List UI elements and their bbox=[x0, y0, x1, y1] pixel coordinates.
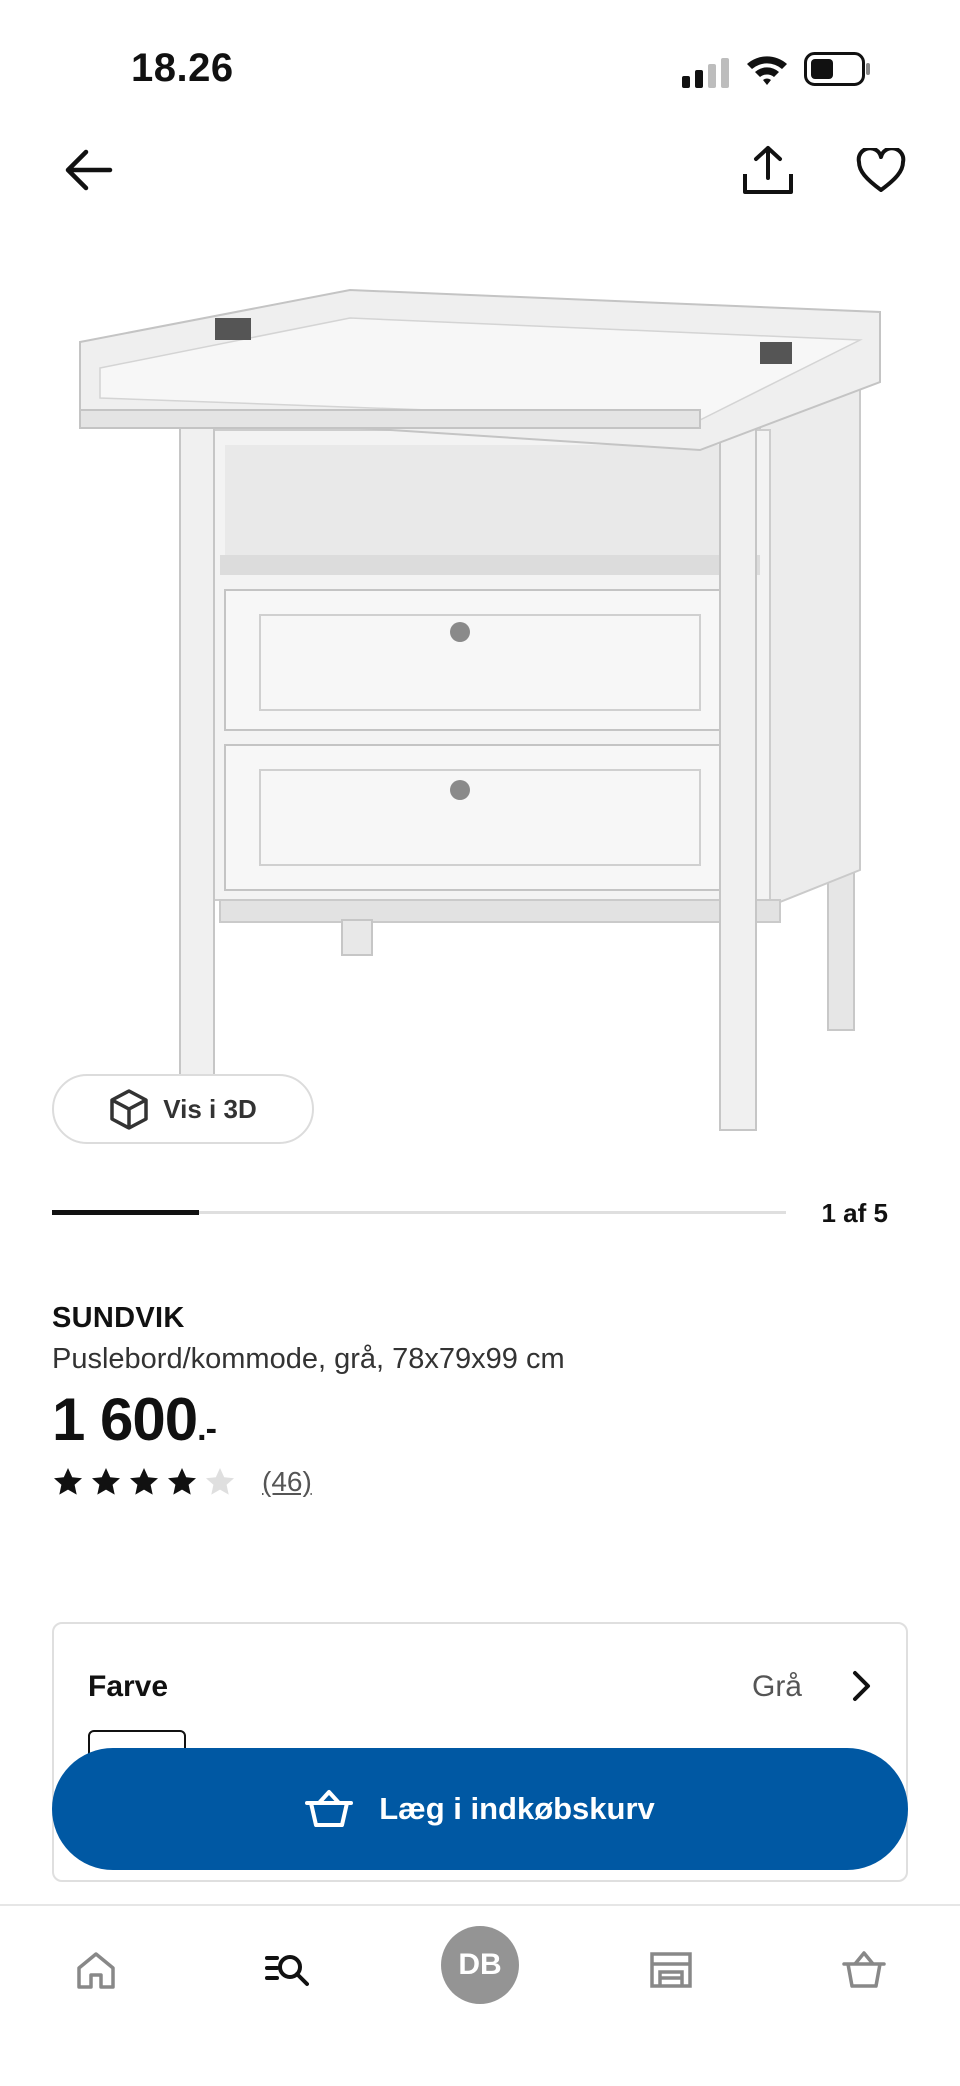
product-rating[interactable]: (46) bbox=[52, 1466, 312, 1498]
store-icon bbox=[650, 1952, 692, 1988]
share-icon[interactable] bbox=[740, 144, 796, 196]
bottom-tab-bar: DB bbox=[0, 1904, 960, 2086]
add-to-cart-button[interactable]: Læg i indkøbskurv bbox=[52, 1748, 908, 1870]
tab-basket[interactable] bbox=[834, 1940, 894, 2000]
profile-avatar[interactable]: DB bbox=[441, 1926, 519, 2004]
color-title: Farve bbox=[88, 1670, 169, 1703]
status-time: 18.26 bbox=[131, 46, 234, 90]
wifi-icon bbox=[747, 56, 787, 85]
gallery-progress-bar bbox=[52, 1210, 786, 1215]
star-empty-icon bbox=[206, 1468, 234, 1495]
product-description: Puslebord/kommode, grå, 78x79x99 cm bbox=[52, 1343, 565, 1375]
star-filled-icon bbox=[54, 1468, 82, 1495]
rating-stars bbox=[52, 1466, 236, 1498]
chevron-right-icon[interactable] bbox=[846, 1668, 876, 1704]
tab-stores[interactable] bbox=[641, 1940, 701, 2000]
back-arrow-icon[interactable] bbox=[62, 148, 114, 192]
price-suffix: .- bbox=[197, 1410, 217, 1448]
status-bar: 18.26 bbox=[0, 0, 960, 140]
basket-icon bbox=[842, 1951, 886, 1988]
price-value: 1 600 bbox=[52, 1386, 198, 1453]
search-list-icon bbox=[265, 1955, 309, 1986]
product-image[interactable] bbox=[60, 270, 890, 1150]
basket-icon bbox=[305, 1790, 354, 1827]
cellular-signal-icon bbox=[682, 58, 729, 88]
star-filled-icon bbox=[168, 1468, 196, 1495]
battery-icon bbox=[804, 52, 870, 86]
cube-3d-icon bbox=[110, 1089, 149, 1130]
home-icon bbox=[77, 1952, 115, 1989]
color-value: Grå bbox=[751, 1670, 802, 1703]
add-to-cart-label: Læg i indkøbskurv bbox=[379, 1791, 655, 1826]
favorite-heart-icon[interactable] bbox=[856, 148, 906, 194]
star-filled-icon bbox=[92, 1468, 120, 1495]
view-in-3d-button[interactable]: Vis i 3D bbox=[52, 1074, 314, 1144]
view-in-3d-label: Vis i 3D bbox=[163, 1093, 257, 1124]
review-count-link[interactable]: (46) bbox=[262, 1466, 312, 1498]
product-name: SUNDVIK bbox=[52, 1302, 185, 1334]
gallery-position-label: 1 af 5 bbox=[821, 1198, 889, 1228]
star-filled-icon bbox=[130, 1468, 158, 1495]
product-price: 1 600.- bbox=[52, 1385, 217, 1454]
tab-search[interactable] bbox=[257, 1940, 317, 2000]
gallery-progress-fill bbox=[52, 1210, 199, 1215]
tab-home[interactable] bbox=[66, 1940, 126, 2000]
